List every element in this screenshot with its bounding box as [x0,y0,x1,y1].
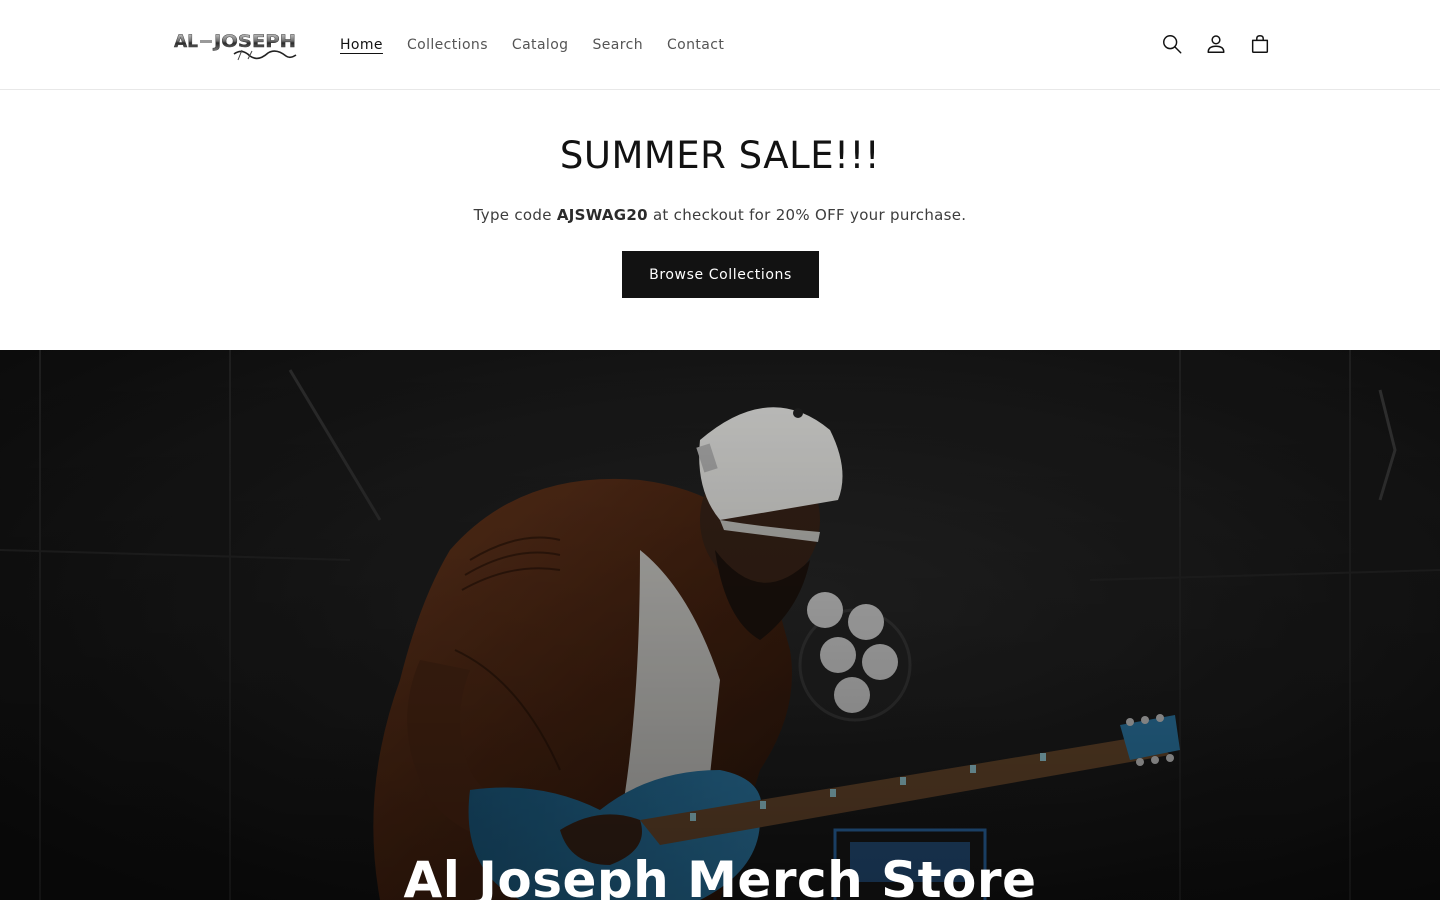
promo-banner: SUMMER SALE!!! Type code AJSWAG20 at che… [0,90,1440,350]
promo-text: Type code AJSWAG20 at checkout for 20% O… [0,203,1440,227]
promo-title: SUMMER SALE!!! [559,134,881,177]
cart-button[interactable] [1238,22,1282,66]
store-logo[interactable]: AL JOSEPH [172,26,300,62]
promo-text-after: at checkout for 20% OFF your purchase. [647,206,967,224]
logo-image: AL JOSEPH [174,32,297,61]
search-icon [1163,35,1182,54]
nav-collections[interactable]: Collections [395,33,500,57]
svg-text:JOSEPH: JOSEPH [213,32,296,52]
promo-code: AJSWAG20 [556,206,648,224]
main-navigation: Home Collections Catalog Search Contact [328,32,736,58]
header-icons [1150,22,1282,66]
account-button[interactable] [1194,22,1238,66]
nav-search[interactable]: Search [580,33,655,57]
svg-text:AL: AL [174,32,198,52]
nav-catalog[interactable]: Catalog [500,33,581,57]
nav-contact[interactable]: Contact [655,33,736,57]
nav-home[interactable]: Home [328,33,395,57]
hero-title: Al Joseph Merch Store [403,851,1037,900]
cart-icon [1251,35,1269,53]
promo-text-before: Type code [473,206,557,224]
account-icon [1207,35,1225,53]
browse-collections-button[interactable]: Browse Collections [622,251,819,298]
hero-image [0,350,1440,900]
search-button[interactable] [1150,22,1194,66]
hero-banner: Al Joseph Merch Store [0,350,1440,900]
site-header: AL JOSEPH Home Collections Catalog Searc… [0,0,1440,90]
